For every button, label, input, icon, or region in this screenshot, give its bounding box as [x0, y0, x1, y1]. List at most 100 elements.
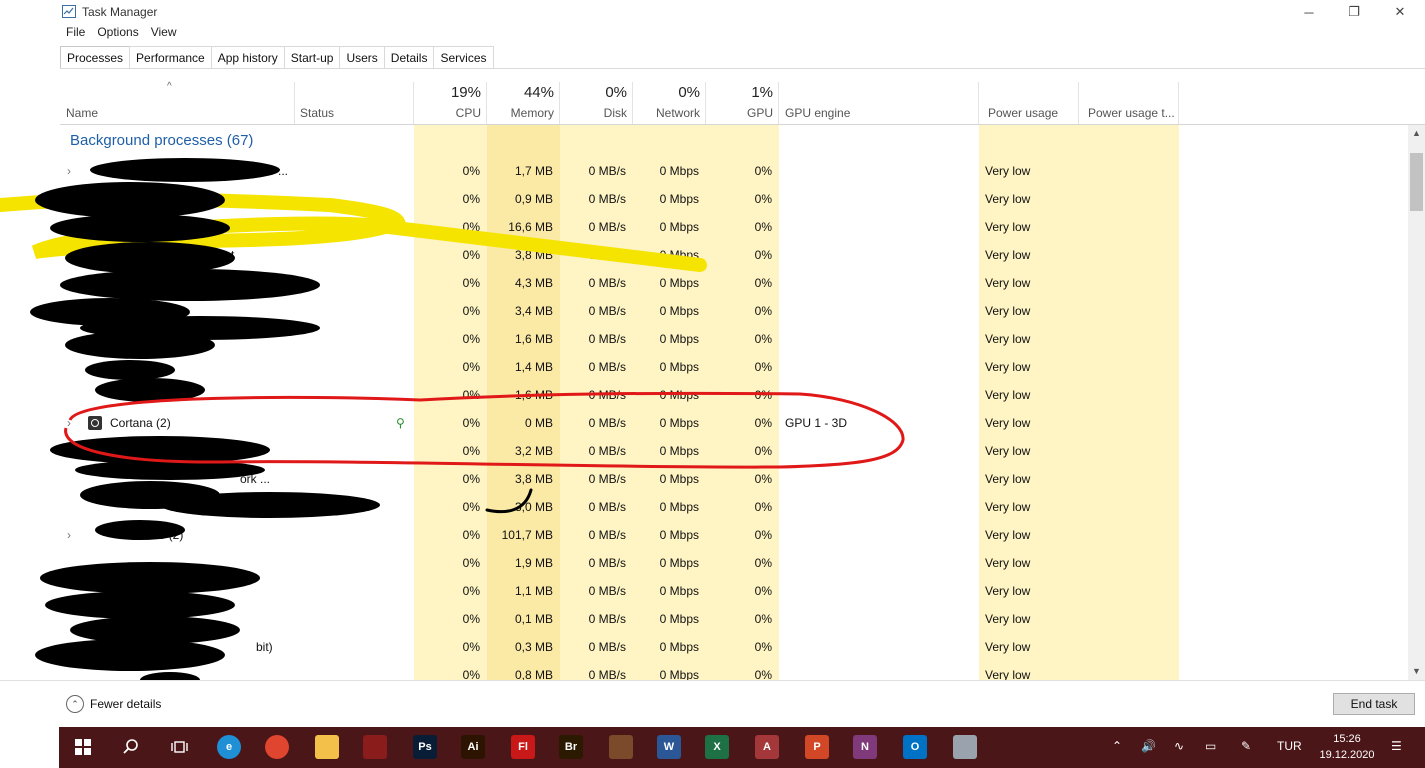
column-divider — [413, 82, 414, 124]
word-icon[interactable]: W — [657, 735, 681, 759]
battery-icon[interactable]: ▭ — [1205, 739, 1216, 753]
column-header-cpu[interactable]: 19% CPU — [414, 78, 487, 124]
cortana-icon — [88, 416, 102, 430]
process-row[interactable]: 0% 3,0 MB 0 MB/s 0 Mbps 0% Very low — [60, 493, 1408, 521]
column-header-status[interactable]: Status — [294, 78, 414, 124]
network-value: 0 Mbps — [659, 192, 699, 206]
cpu-value: 0% — [462, 276, 480, 290]
expand-chevron-icon[interactable]: › — [67, 528, 71, 542]
disk-value: 0 MB/s — [588, 612, 626, 626]
windows-logo-icon — [75, 739, 91, 755]
scrollbar-thumb[interactable] — [1410, 153, 1423, 211]
column-header-power-usage[interactable]: Power usage — [982, 78, 1079, 124]
cpu-value: 0% — [462, 472, 480, 486]
edge-icon[interactable]: e — [217, 735, 241, 759]
bridge-icon[interactable]: Br — [559, 735, 583, 759]
onenote-icon[interactable]: N — [853, 735, 877, 759]
process-row[interactable]: 0% 4,3 MB 0 MB/s 0 Mbps 0% Very low — [60, 269, 1408, 297]
flash-icon[interactable]: Fl — [511, 735, 535, 759]
column-header-network[interactable]: 0% Network — [633, 78, 706, 124]
power-usage-value: Very low — [985, 416, 1031, 430]
network-value: 0 Mbps — [659, 416, 699, 430]
tab-details[interactable]: Details — [383, 46, 435, 68]
powerpoint-icon[interactable]: P — [805, 735, 829, 759]
maximize-button[interactable]: ❐ — [1331, 0, 1377, 24]
process-row[interactable]: 0% 3,2 MB 0 MB/s 0 Mbps 0% Very low — [60, 437, 1408, 465]
fewer-details-button[interactable]: ⌃ Fewer details — [66, 695, 161, 713]
expand-chevron-icon[interactable]: › — [67, 416, 71, 430]
process-row[interactable]: › ice (2) 0% 101,7 MB 0 MB/s 0 Mbps 0% Very low — [60, 521, 1408, 549]
column-header-disk[interactable]: 0% Disk — [560, 78, 633, 124]
process-row[interactable]: ork ... 0% 3,8 MB 0 MB/s 0 Mbps 0% Very low — [60, 465, 1408, 493]
menu-file[interactable]: File — [66, 25, 85, 43]
process-row[interactable]: 0% 3,4 MB 0 MB/s 0 Mbps 0% Very low — [60, 297, 1408, 325]
gpu-value: 0% — [754, 528, 772, 542]
minimize-button[interactable]: ─ — [1286, 0, 1332, 24]
process-row[interactable]: 0% 16,6 MB 0 MB/s 0 Mbps 0% Very low — [60, 213, 1408, 241]
column-header-gpu[interactable]: 1% GPU — [706, 78, 779, 124]
window-title: Task Manager — [82, 5, 158, 19]
memory-value: 3,8 MB — [514, 472, 553, 486]
clock[interactable]: 15:26 19.12.2020 — [1312, 731, 1382, 763]
start-button[interactable] — [71, 735, 95, 759]
vertical-scrollbar[interactable]: ▲ ▼ — [1408, 125, 1425, 680]
process-row[interactable]: › Cortana (2) ⚲ 0% 0 MB 0 MB/s 0 Mbps 0% GPU 1 -… — [60, 409, 1408, 437]
menu-options[interactable]: Options — [97, 25, 138, 43]
tab-services[interactable]: Services — [433, 46, 494, 68]
disk-value: 0 MB/s — [588, 360, 626, 374]
cpu-value: 0% — [462, 500, 480, 514]
scroll-up-icon[interactable]: ▲ — [1408, 128, 1425, 138]
process-row[interactable]: 0% 1,1 MB 0 MB/s 0 Mbps 0% Very low — [60, 577, 1408, 605]
tab-start-up[interactable]: Start-up — [283, 46, 341, 68]
illustrator-icon[interactable]: Ai — [461, 735, 485, 759]
notifications-icon[interactable]: ☰ — [1391, 739, 1402, 753]
process-row[interactable]: 0% 1,4 MB 0 MB/s 0 Mbps 0% Very low — [60, 353, 1408, 381]
cpu-label: CPU — [455, 106, 481, 120]
process-row[interactable]: st 0% 3,8 MB 0 MB/s 0 Mbps 0% Very low — [60, 241, 1408, 269]
pencil-icon[interactable] — [609, 735, 633, 759]
tab-users[interactable]: Users — [339, 46, 385, 68]
column-header-power-usage-trend[interactable]: Power usage t... — [1082, 78, 1179, 124]
pen-icon[interactable]: ✎ — [1241, 739, 1251, 753]
search-button[interactable] — [119, 735, 143, 759]
photoshop-icon[interactable]: Ps — [413, 735, 437, 759]
column-divider — [486, 82, 487, 124]
show-hidden-icons-icon[interactable]: ⌃ — [1112, 739, 1122, 753]
task-manager-icon[interactable] — [953, 735, 977, 759]
task-view-button[interactable] — [167, 735, 191, 759]
volume-icon[interactable]: 🔊 — [1141, 739, 1156, 753]
process-name: ork ... — [240, 472, 271, 486]
expand-chevron-icon[interactable]: › — [67, 164, 71, 178]
column-header-name[interactable]: Name — [60, 78, 294, 124]
process-row[interactable]: 0% 1,9 MB 0 MB/s 0 Mbps 0% Very low — [60, 549, 1408, 577]
close-button[interactable]: ✕ — [1377, 0, 1423, 24]
outlook-icon[interactable]: O — [903, 735, 927, 759]
column-header-memory[interactable]: 44% Memory — [487, 78, 560, 124]
column-header-gpu-engine[interactable]: GPU engine — [779, 78, 979, 124]
process-row[interactable]: 0% 0,1 MB 0 MB/s 0 Mbps 0% Very low — [60, 605, 1408, 633]
file-explorer-icon[interactable] — [315, 735, 339, 759]
tab-performance[interactable]: Performance — [129, 46, 212, 68]
end-task-button[interactable]: End task — [1333, 693, 1415, 715]
memory-value: 3,0 MB — [514, 500, 553, 514]
power-usage-value: Very low — [985, 584, 1031, 598]
chrome-icon[interactable] — [265, 735, 289, 759]
app-icon[interactable] — [363, 735, 387, 759]
clock-date: 19.12.2020 — [1319, 749, 1375, 761]
process-row[interactable]: 0% 1,6 MB 0 MB/s 0 Mbps 0% Very low — [60, 381, 1408, 409]
process-row[interactable]: 0% 1,6 MB 0 MB/s 0 Mbps 0% Very low — [60, 325, 1408, 353]
process-row[interactable]: ›... 0% 1,7 MB 0 MB/s 0 Mbps 0% Very low — [60, 157, 1408, 185]
process-row[interactable]: 0% 0,9 MB 0 MB/s 0 Mbps 0% Very low — [60, 185, 1408, 213]
tab-processes[interactable]: Processes — [60, 46, 131, 69]
network-value: 0 Mbps — [659, 164, 699, 178]
tab-app-history[interactable]: App history — [210, 46, 285, 68]
language-indicator[interactable]: TUR — [1277, 739, 1302, 753]
wifi-icon[interactable]: ∿ — [1174, 739, 1184, 753]
network-value: 0 Mbps — [659, 528, 699, 542]
scroll-down-icon[interactable]: ▼ — [1408, 666, 1425, 676]
process-row[interactable]: bit) 0% 0,3 MB 0 MB/s 0 Mbps 0% Very low — [60, 633, 1408, 661]
access-icon[interactable]: A — [755, 735, 779, 759]
excel-icon[interactable]: X — [705, 735, 729, 759]
menu-view[interactable]: View — [151, 25, 177, 43]
gpu-value: 0% — [754, 360, 772, 374]
